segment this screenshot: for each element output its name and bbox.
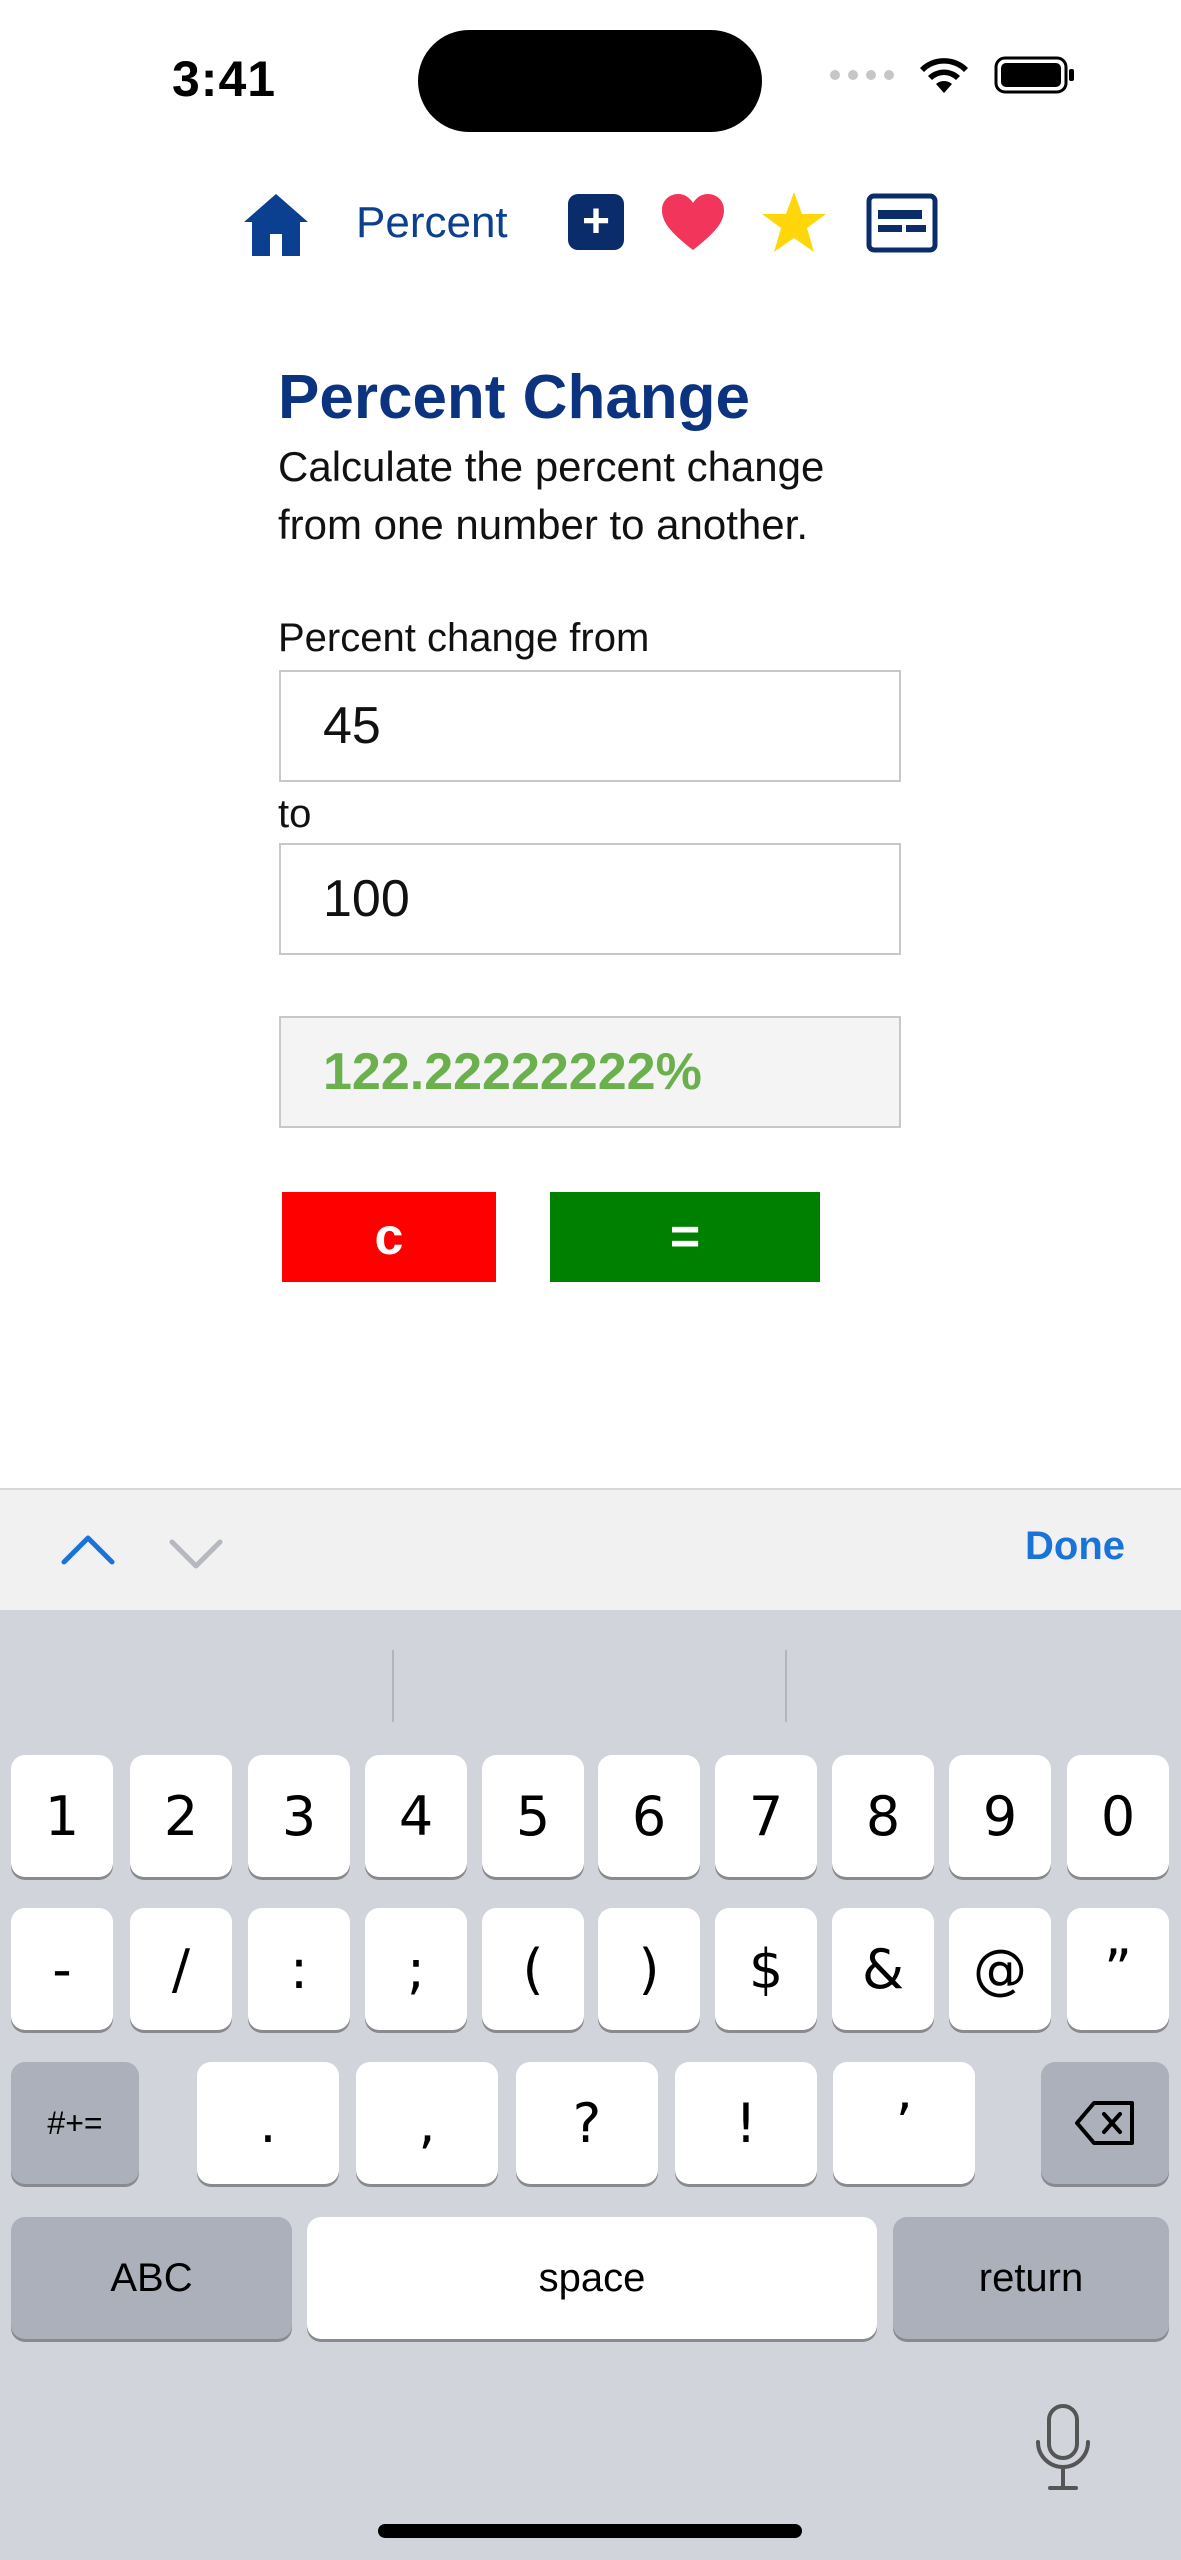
to-label: to bbox=[278, 792, 312, 836]
key-4[interactable]: 4 bbox=[365, 1755, 467, 1877]
space-key[interactable]: space bbox=[307, 2217, 877, 2339]
status-icons bbox=[830, 55, 1076, 95]
clear-button[interactable]: c bbox=[282, 1192, 496, 1282]
key-6[interactable]: 6 bbox=[598, 1755, 700, 1877]
cellular-signal-icon bbox=[830, 70, 894, 80]
key-apostrophe[interactable]: ’ bbox=[833, 2062, 975, 2184]
backspace-icon bbox=[1075, 2101, 1134, 2145]
heart-icon[interactable] bbox=[660, 192, 726, 254]
delete-key[interactable] bbox=[1041, 2062, 1169, 2184]
done-button[interactable]: Done bbox=[1025, 1524, 1125, 1569]
page-title: Percent Change bbox=[278, 363, 751, 432]
from-input[interactable]: 45 bbox=[279, 670, 901, 782]
home-icon[interactable] bbox=[240, 188, 312, 260]
from-label: Percent change from bbox=[278, 616, 650, 660]
key-7[interactable]: 7 bbox=[715, 1755, 817, 1877]
key-question[interactable]: ? bbox=[516, 2062, 658, 2184]
key-8[interactable]: 8 bbox=[832, 1755, 934, 1877]
keyboard: 1 2 3 4 5 6 7 8 9 0 - / : ; ( ) $ & @ ” … bbox=[0, 1610, 1181, 2560]
abc-key[interactable]: ABC bbox=[11, 2217, 292, 2339]
key-semicolon[interactable]: ; bbox=[365, 1908, 467, 2030]
key-ampersand[interactable]: & bbox=[832, 1908, 934, 2030]
key-at[interactable]: @ bbox=[949, 1908, 1051, 2030]
wifi-icon bbox=[920, 58, 968, 93]
status-time: 3:41 bbox=[172, 51, 277, 107]
key-5[interactable]: 5 bbox=[482, 1755, 584, 1877]
key-0[interactable]: 0 bbox=[1067, 1755, 1169, 1877]
nav-percent-link[interactable]: Percent bbox=[356, 198, 508, 248]
next-field-icon[interactable] bbox=[166, 1522, 226, 1582]
keyboard-accessory-bar: Done bbox=[0, 1488, 1181, 1612]
key-1[interactable]: 1 bbox=[11, 1755, 113, 1877]
key-exclamation[interactable]: ! bbox=[675, 2062, 817, 2184]
star-icon[interactable] bbox=[760, 190, 828, 256]
return-key[interactable]: return bbox=[893, 2217, 1169, 2339]
key-open-paren[interactable]: ( bbox=[482, 1908, 584, 2030]
suggestion-divider bbox=[392, 1650, 394, 1722]
result-field: 122.22222222% bbox=[279, 1016, 901, 1128]
add-icon[interactable]: + bbox=[568, 194, 624, 250]
key-comma[interactable]: , bbox=[356, 2062, 498, 2184]
key-slash[interactable]: / bbox=[130, 1908, 232, 2030]
home-indicator bbox=[378, 2524, 802, 2538]
key-period[interactable]: . bbox=[197, 2062, 339, 2184]
equals-button[interactable]: = bbox=[550, 1192, 820, 1282]
key-hyphen[interactable]: - bbox=[11, 1908, 113, 2030]
microphone-icon[interactable] bbox=[1032, 2402, 1094, 2492]
key-9[interactable]: 9 bbox=[949, 1755, 1051, 1877]
page-description: Calculate the percent change from one nu… bbox=[278, 443, 825, 548]
key-2[interactable]: 2 bbox=[130, 1755, 232, 1877]
key-close-paren[interactable]: ) bbox=[598, 1908, 700, 2030]
battery-icon bbox=[994, 56, 1074, 94]
key-quote[interactable]: ” bbox=[1067, 1908, 1169, 2030]
key-3[interactable]: 3 bbox=[248, 1755, 350, 1877]
symbols-key[interactable]: #+= bbox=[11, 2062, 139, 2184]
key-colon[interactable]: : bbox=[248, 1908, 350, 2030]
dynamic-island bbox=[418, 30, 762, 132]
previous-field-icon[interactable] bbox=[58, 1522, 118, 1582]
key-dollar[interactable]: $ bbox=[715, 1908, 817, 2030]
to-input[interactable]: 100 bbox=[279, 843, 901, 955]
card-icon[interactable] bbox=[866, 192, 938, 254]
suggestion-divider bbox=[785, 1650, 787, 1722]
top-navigation: Percent + bbox=[0, 180, 1181, 270]
